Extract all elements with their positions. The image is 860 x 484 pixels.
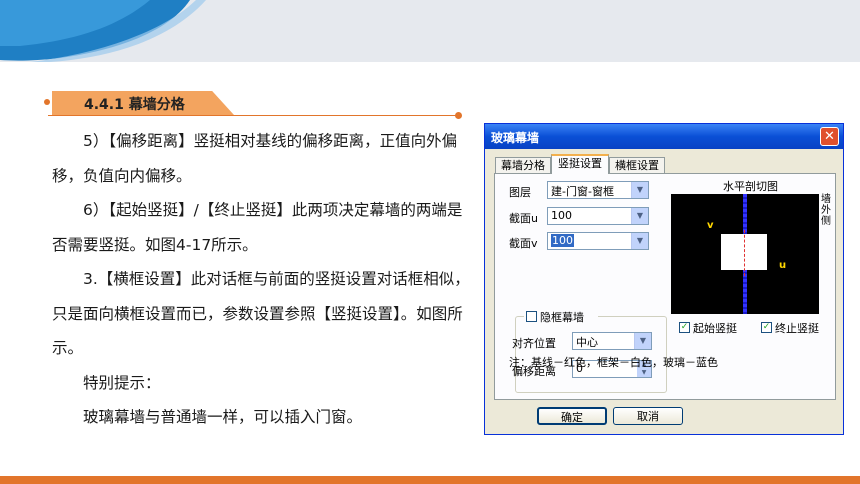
paragraph-start-end: 6）【起始竖挺】/【终止竖挺】此两项决定幕墙的两端是否需要竖挺。如图4-17所示… [52,201,463,254]
baseline-line [744,230,745,276]
paragraph-frame-settings: 3.【横框设置】此对话框与前面的竖挺设置对话框相似，只是面向横框设置而已，参数设… [52,270,470,357]
hidden-frame-checkbox[interactable] [526,311,537,322]
start-mullion-label: 起始竖挺 [693,322,737,335]
footer-bar [0,476,860,484]
end-mullion-checkbox[interactable]: ✓ [761,322,772,333]
section-u-value: 100 [551,209,572,222]
start-mullion-checkbox[interactable]: ✓ [679,322,690,333]
section-underline [48,115,458,116]
paragraph-offset: 5）【偏移距离】竖挺相对基线的偏移距离，正值向外偏移，负值向内偏移。 [52,132,458,185]
paragraph-tip-heading: 特别提示： [83,373,161,392]
glass-curtain-wall-dialog: 玻璃幕墙 ✕ 幕墙分格 竖挺设置 横框设置 图层 建-门窗-窗框 ▼ 截面u 1… [484,123,844,435]
chevron-down-icon[interactable]: ▼ [631,182,648,198]
close-button[interactable]: ✕ [820,127,839,146]
dialog-title: 玻璃幕墙 [491,131,540,145]
exterior-side-label: 墙 外 侧 [821,194,831,227]
chevron-down-icon[interactable]: ▼ [634,333,651,349]
mullion-settings-panel: 图层 建-门窗-窗框 ▼ 截面u 100 ▼ 截面v 100 ▼ 隐框幕墙 对齐… [494,173,836,400]
header-wave-decoration [0,0,206,62]
ok-button[interactable]: 确定 [537,407,607,425]
color-note: 注：基线－红色，框架－白色，玻璃－蓝色 [509,356,718,369]
hidden-frame-legend: 隐框幕墙 [524,309,598,324]
section-v-label: 截面v [509,237,538,250]
align-select[interactable]: 中心 ▼ [572,332,652,350]
preview-u-label: u [779,260,787,271]
section-v-value: 100 [551,234,574,247]
dialog-titlebar: 玻璃幕墙 ✕ [485,124,843,149]
chevron-down-icon[interactable]: ▼ [631,233,648,249]
section-v-select[interactable]: 100 ▼ [547,232,649,250]
section-dot-right [455,112,462,119]
align-label: 对齐位置 [512,337,556,350]
section-u-select[interactable]: 100 ▼ [547,207,649,225]
end-mullion-label: 终止竖挺 [775,322,819,335]
layer-select[interactable]: 建-门窗-窗框 ▼ [547,181,649,199]
section-preview: v u [671,194,819,314]
body-text: 5）【偏移距离】竖挺相对基线的偏移距离，正值向外偏移，负值向内偏移。 6）【起始… [52,124,470,435]
layer-value: 建-门窗-窗框 [551,185,614,198]
tab-grid[interactable]: 幕墙分格 [495,157,551,174]
preview-v-label: v [707,220,714,231]
section-title: 4.4.1 幕墙分格 [84,97,185,113]
section-dot-left [44,99,50,105]
tab-mullion[interactable]: 竖挺设置 [551,154,609,174]
preview-title: 水平剖切图 [723,180,778,193]
paragraph-tip: 玻璃幕墙与普通墙一样，可以插入门窗。 [83,408,363,426]
hidden-frame-label: 隐框幕墙 [540,311,584,324]
align-value: 中心 [576,336,598,349]
cancel-button[interactable]: 取消 [613,407,683,425]
section-u-label: 截面u [509,212,538,225]
layer-label: 图层 [509,186,531,199]
tab-transom[interactable]: 横框设置 [609,157,665,174]
chevron-down-icon[interactable]: ▼ [631,208,648,224]
